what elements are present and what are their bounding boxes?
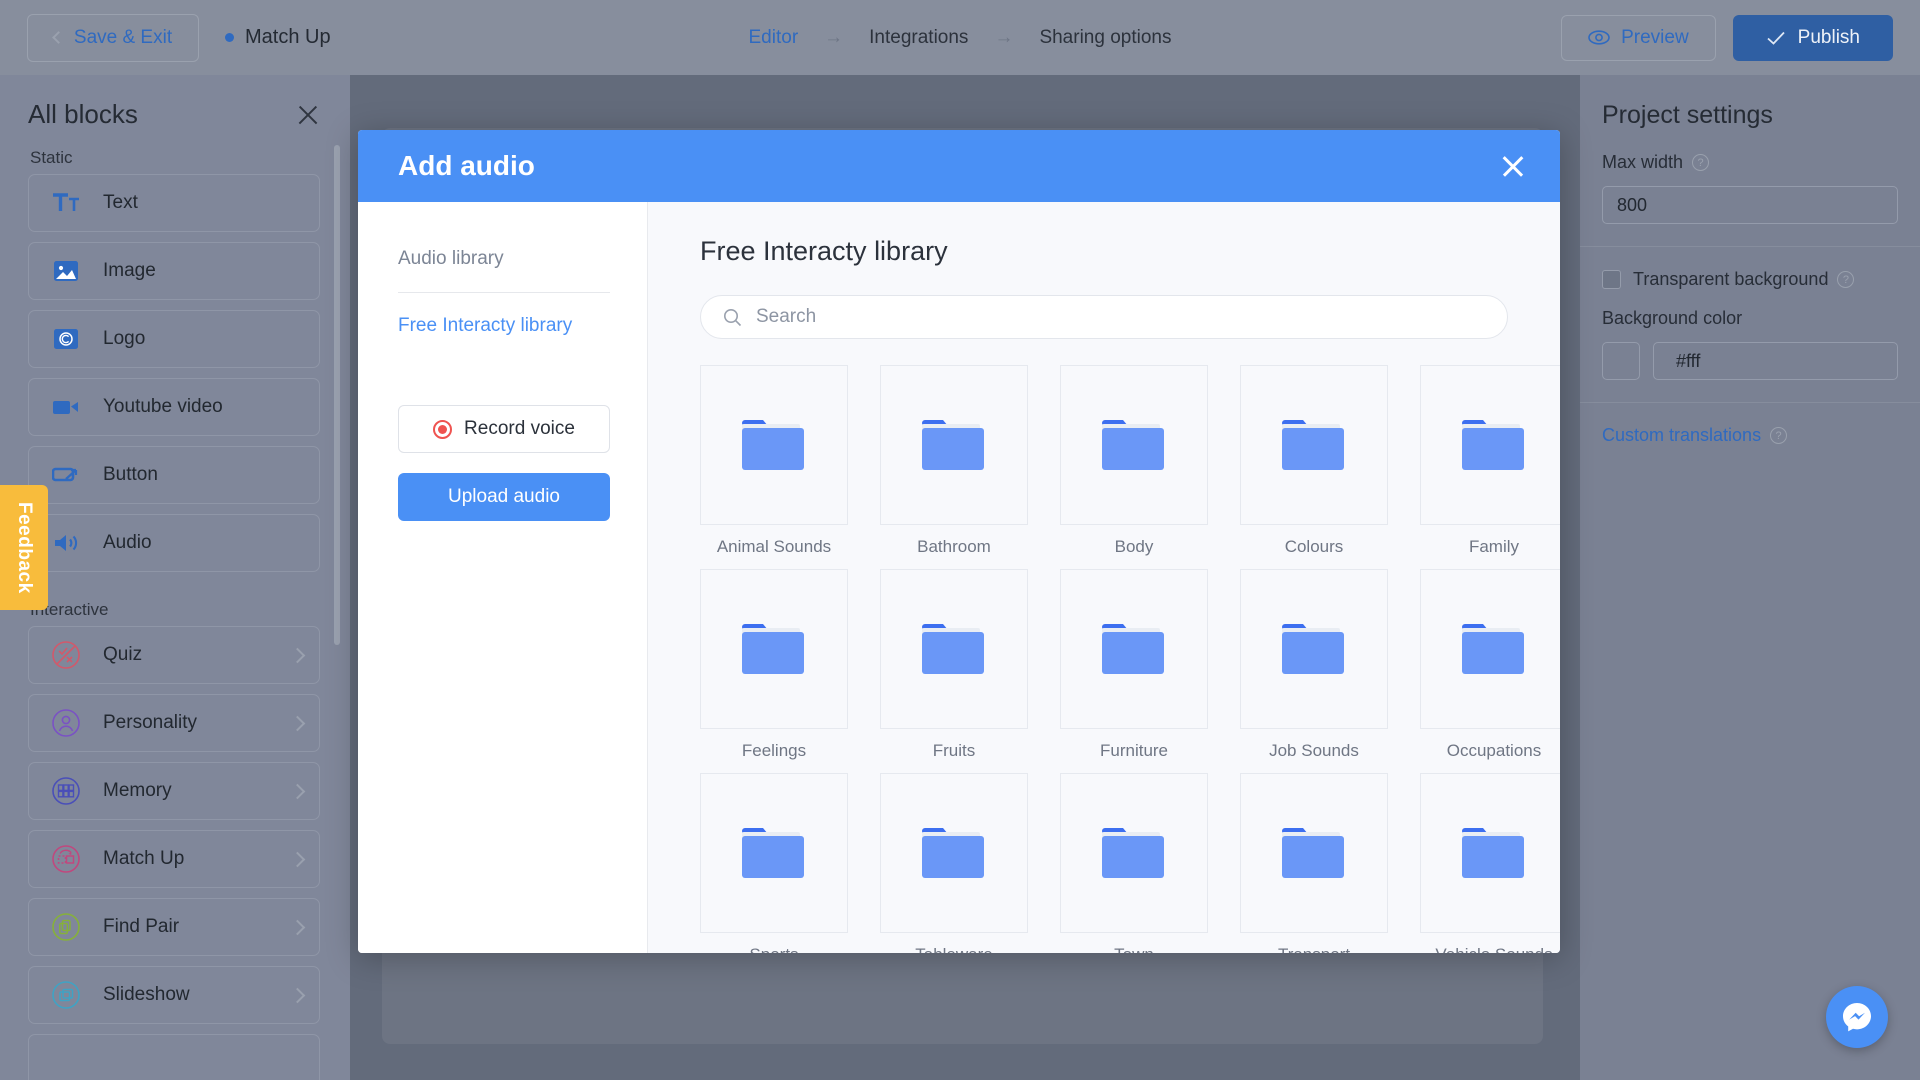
modal-main: Free Interacty library Animal Sounds Bath… (648, 202, 1560, 953)
folder-icon (1282, 828, 1344, 878)
folder-item[interactable]: Transport (1240, 773, 1388, 953)
folder-label: Body (1114, 537, 1154, 556)
search-icon (724, 308, 742, 326)
folder-label: Sports (700, 945, 848, 953)
folder-label: Colours (1284, 537, 1344, 556)
folder-thumbnail (880, 773, 1028, 933)
folder-item[interactable]: Furniture (1060, 569, 1208, 761)
folder-label: Transport (1240, 945, 1388, 953)
folder-thumbnail (1240, 569, 1388, 729)
modal-header: Add audio (358, 130, 1560, 202)
folder-label: Feelings (741, 741, 807, 760)
folder-label: Job Sounds (1269, 741, 1359, 760)
folder-icon (1282, 624, 1344, 674)
folder-label: Bathroom (917, 537, 991, 556)
app-root: Save & Exit Match Up Editor → Integratio… (0, 0, 1920, 1080)
folder-item[interactable]: Body (1060, 365, 1208, 557)
folder-item[interactable]: Feelings (700, 569, 848, 761)
folder-icon (1102, 420, 1164, 470)
folder-icon (1102, 828, 1164, 878)
folder-item[interactable]: Tableware (880, 773, 1028, 953)
folder-icon (742, 624, 804, 674)
record-voice-button[interactable]: Record voice (398, 405, 610, 453)
folder-grid-scroll[interactable]: Animal Sounds Bathroom Body Colours Family Fe… (700, 365, 1560, 953)
folder-label: Occupations (1446, 741, 1542, 760)
upload-audio-button[interactable]: Upload audio (398, 473, 610, 521)
folder-icon (1462, 420, 1524, 470)
record-voice-label: Record voice (464, 418, 575, 439)
folder-item[interactable]: Family (1420, 365, 1560, 557)
folder-icon (742, 828, 804, 878)
folder-thumbnail (700, 773, 848, 933)
folder-thumbnail (1420, 569, 1560, 729)
folder-item[interactable]: Town (1060, 773, 1208, 953)
folder-item[interactable]: Animal Sounds (700, 365, 848, 557)
folder-grid: Animal Sounds Bathroom Body Colours Family Fe… (700, 365, 1560, 953)
folder-label: Town (1060, 945, 1208, 953)
folder-item[interactable]: Sports (700, 773, 848, 953)
folder-thumbnail (1060, 365, 1208, 525)
folder-thumbnail (700, 569, 848, 729)
folder-icon (922, 420, 984, 470)
folder-thumbnail (1420, 365, 1560, 525)
close-icon[interactable] (1500, 153, 1526, 179)
record-icon (433, 419, 453, 439)
folder-icon (922, 624, 984, 674)
folder-label: Fruits (932, 741, 976, 760)
folder-thumbnail (1060, 569, 1208, 729)
folder-item[interactable]: Vehicle Sounds (1420, 773, 1560, 953)
folder-label: Tableware (880, 945, 1028, 953)
modal-nav-item-free-interacty-library[interactable]: Free Interacty library (398, 293, 610, 337)
folder-thumbnail (700, 365, 848, 525)
folder-label: Family (1468, 537, 1520, 556)
modal-overlay: Add audio Audio library Free Interacty l… (0, 0, 1920, 1080)
folder-item[interactable]: Bathroom (880, 365, 1028, 557)
folder-item[interactable]: Occupations (1420, 569, 1560, 761)
library-title: Free Interacty library (700, 236, 948, 266)
folder-thumbnail (1240, 365, 1388, 525)
folder-icon (1462, 624, 1524, 674)
upload-audio-label: Upload audio (448, 486, 560, 507)
search-input[interactable] (756, 306, 1485, 328)
modal-body: Audio library Free Interacty library Rec… (358, 202, 1560, 953)
folder-thumbnail (1240, 773, 1388, 933)
folder-thumbnail (1420, 773, 1560, 933)
folder-icon (922, 828, 984, 878)
modal-sidebar: Audio library Free Interacty library Rec… (358, 202, 648, 953)
modal-nav-header: Audio library (398, 248, 504, 269)
folder-label: Animal Sounds (716, 537, 832, 556)
folder-item[interactable]: Fruits (880, 569, 1028, 761)
folder-item[interactable]: Job Sounds (1240, 569, 1388, 761)
folder-icon (1102, 624, 1164, 674)
add-audio-modal: Add audio Audio library Free Interacty l… (358, 130, 1560, 953)
folder-icon (742, 420, 804, 470)
folder-thumbnail (880, 365, 1028, 525)
folder-icon (1282, 420, 1344, 470)
folder-label: Vehicle Sounds (1420, 945, 1560, 953)
search-bar[interactable] (700, 295, 1508, 339)
folder-icon (1462, 828, 1524, 878)
folder-thumbnail (880, 569, 1028, 729)
folder-thumbnail (1060, 773, 1208, 933)
modal-title: Add audio (398, 150, 535, 181)
folder-label: Furniture (1099, 741, 1169, 760)
folder-item[interactable]: Colours (1240, 365, 1388, 557)
